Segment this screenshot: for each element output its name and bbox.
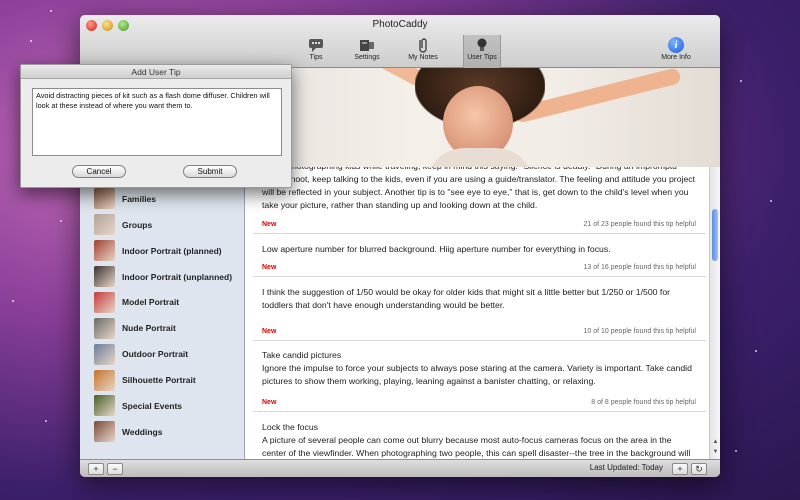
category-thumbnail: [94, 369, 115, 391]
tips-scrollbar[interactable]: ▲ ▼: [709, 167, 720, 459]
tip-text: When photographing kids while traveling,…: [262, 167, 696, 210]
category-thumbnail: [94, 240, 115, 262]
sidebar-item[interactable]: Weddings: [80, 419, 244, 445]
toolbar-user-tips-label: User Tips: [467, 54, 497, 61]
category-thumbnail: [94, 395, 115, 417]
toolbar-tips-button[interactable]: Tips: [297, 35, 335, 68]
scroll-up-arrow[interactable]: ▲: [710, 437, 720, 447]
category-sidebar: Environmental PortraitsFamiliesGroupsInd…: [80, 162, 245, 459]
submit-button[interactable]: Submit: [183, 165, 237, 178]
tip-textarea[interactable]: Avoid distracting pieces of kit such as …: [32, 88, 282, 156]
sidebar-item-label: Model Portrait: [122, 297, 180, 308]
new-badge: New: [262, 221, 277, 228]
paperclip-icon: [419, 38, 427, 53]
tip-item: Low aperture number for blurred backgrou…: [253, 234, 706, 277]
sidebar-item-label: Indoor Portrait (unplanned): [122, 271, 233, 282]
sidebar-item[interactable]: Families: [80, 186, 244, 212]
sidebar-item-label: Outdoor Portrait: [122, 349, 189, 360]
category-thumbnail: [94, 188, 115, 210]
new-badge: New: [262, 264, 277, 271]
sidebar-item-label: Indoor Portrait (planned): [122, 245, 222, 256]
tip-text: Take candid pictures Ignore the impulse …: [262, 350, 692, 386]
toolbar-settings-button[interactable]: Settings: [348, 35, 386, 68]
tip-text: I think the suggestion of 1/50 would be …: [262, 287, 671, 310]
sidebar-item[interactable]: Silhouette Portrait: [80, 367, 244, 393]
add-tip-button[interactable]: +: [672, 463, 688, 475]
tips-list: When photographing kids while traveling,…: [245, 167, 720, 459]
helpful-count: 13 of 16 people found this tip helpful: [583, 264, 696, 271]
tip-item: I think the suggestion of 1/50 would be …: [253, 277, 706, 341]
helpful-count: 21 of 23 people found this tip helpful: [583, 221, 696, 228]
toolbar-my-notes-label: My Notes: [408, 54, 438, 61]
hero-photo: [245, 68, 720, 167]
tip-text: Lock the focus A picture of several peop…: [262, 422, 691, 458]
toolbar-tips-label: Tips: [309, 54, 323, 61]
cancel-button[interactable]: Cancel: [72, 165, 126, 178]
helpful-count: 8 of 8 people found this tip helpful: [591, 399, 696, 406]
sidebar-item[interactable]: Groups: [80, 212, 244, 238]
refresh-button[interactable]: ↻: [691, 463, 707, 475]
sidebar-item[interactable]: Outdoor Portrait: [80, 341, 244, 367]
category-thumbnail: [94, 421, 115, 443]
sidebar-item[interactable]: Special Events: [80, 393, 244, 419]
category-thumbnail: [94, 317, 115, 339]
dialog-title: Add User Tip: [21, 65, 291, 79]
titlebar: PhotoCaddy Tips Settings My Notes User T…: [80, 15, 720, 68]
category-thumbnail: [94, 343, 115, 365]
sidebar-item-label: Special Events: [122, 400, 183, 411]
add-user-tip-dialog: Add User Tip Avoid distracting pieces of…: [20, 64, 292, 188]
sidebar-item-label: Silhouette Portrait: [122, 375, 196, 386]
sidebar-item[interactable]: Model Portrait: [80, 289, 244, 315]
sidebar-item[interactable]: Indoor Portrait (planned): [80, 238, 244, 264]
sidebar-item[interactable]: Nude Portrait: [80, 315, 244, 341]
new-badge: New: [262, 328, 277, 335]
info-icon: i: [668, 37, 684, 53]
scroll-thumb[interactable]: [712, 209, 718, 261]
camera-settings-icon: [360, 40, 374, 51]
toolbar-settings-label: Settings: [354, 54, 380, 61]
lightbulb-icon: [477, 38, 487, 51]
speech-bubble-icon: [309, 39, 323, 52]
tip-item: When photographing kids while traveling,…: [253, 167, 706, 234]
sidebar-item-label: Weddings: [122, 426, 163, 437]
bottom-bar: + − Last Updated: Today + ↻: [80, 459, 720, 477]
add-category-button[interactable]: +: [88, 463, 104, 475]
sidebar-item[interactable]: Indoor Portrait (unplanned): [80, 264, 244, 290]
sidebar-item-label: Nude Portrait: [122, 323, 176, 334]
new-badge: New: [262, 399, 277, 406]
toolbar-my-notes-button[interactable]: My Notes: [404, 35, 442, 68]
toolbar-user-tips-button[interactable]: User Tips: [463, 35, 501, 68]
category-thumbnail: [94, 291, 115, 313]
window-title: PhotoCaddy: [372, 19, 428, 30]
toolbar-more-info-label: More Info: [661, 54, 691, 61]
sidebar-item-label: Families: [122, 193, 157, 204]
category-thumbnail: [94, 214, 115, 236]
scroll-down-arrow[interactable]: ▼: [710, 447, 720, 457]
tip-text: Low aperture number for blurred backgrou…: [262, 244, 611, 254]
category-thumbnail: [94, 266, 115, 287]
remove-category-button[interactable]: −: [107, 463, 123, 475]
helpful-count: 10 of 10 people found this tip helpful: [583, 328, 696, 335]
sidebar-item-label: Groups: [122, 219, 153, 230]
tip-item: Take candid pictures Ignore the impulse …: [253, 341, 706, 412]
last-updated-label: Last Updated: Today: [589, 463, 663, 472]
tip-item: Lock the focus A picture of several peop…: [253, 412, 706, 459]
toolbar-more-info-button[interactable]: i More Info: [656, 35, 696, 68]
